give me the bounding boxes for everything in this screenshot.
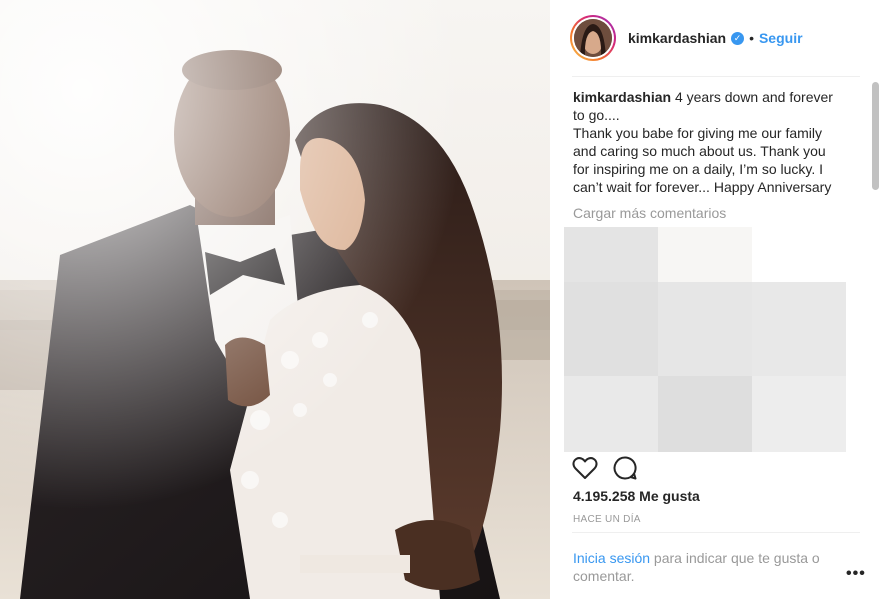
caption-text: 4 years down and forever — [674, 89, 833, 105]
caption-line-6: can’t wait for forever... Happy Annivers… — [573, 179, 832, 195]
caption-line-2: to go.... — [573, 107, 620, 123]
pixelated-comments-region — [564, 227, 846, 452]
load-more-comments-link[interactable]: Cargar más comentarios — [573, 205, 726, 221]
login-prompt: Inicia sesión para indicar que te gusta … — [573, 549, 843, 585]
caption-line-1: kimkardashian 4 years down and forever — [573, 88, 869, 106]
likes-count[interactable]: 4.195.258 Me gusta — [573, 488, 700, 504]
post-timestamp[interactable]: HACE UN DÍA — [573, 514, 641, 525]
login-link[interactable]: Inicia sesión — [573, 550, 650, 566]
post-header: kimkardashian ✓ • Seguir — [550, 0, 882, 76]
more-options-button[interactable]: ••• — [846, 565, 866, 583]
caption-line-3: Thank you babe for giving me our family — [573, 125, 823, 141]
header-separator: • — [749, 30, 754, 46]
follow-button[interactable]: Seguir — [759, 30, 803, 46]
divider — [572, 532, 860, 533]
scrollbar-thumb[interactable] — [872, 82, 879, 190]
caption-username[interactable]: kimkardashian — [573, 89, 671, 105]
post-photo[interactable] — [0, 0, 550, 599]
heart-outline-icon[interactable] — [572, 456, 598, 480]
caption-line-5: for inspiring me on a daily, I’m so luck… — [573, 161, 824, 177]
post-side-panel: kimkardashian ✓ • Seguir kimkardashian 4… — [550, 0, 882, 599]
profile-avatar[interactable] — [570, 15, 616, 61]
divider — [572, 76, 860, 77]
verified-badge-icon: ✓ — [731, 31, 745, 45]
post-username[interactable]: kimkardashian — [628, 30, 726, 46]
post-actions — [572, 454, 638, 482]
post-caption: kimkardashian 4 years down and forever t… — [573, 88, 869, 196]
caption-line-4: and caring so much about us. Thank you — [573, 143, 826, 159]
speech-bubble-icon[interactable] — [612, 455, 638, 481]
